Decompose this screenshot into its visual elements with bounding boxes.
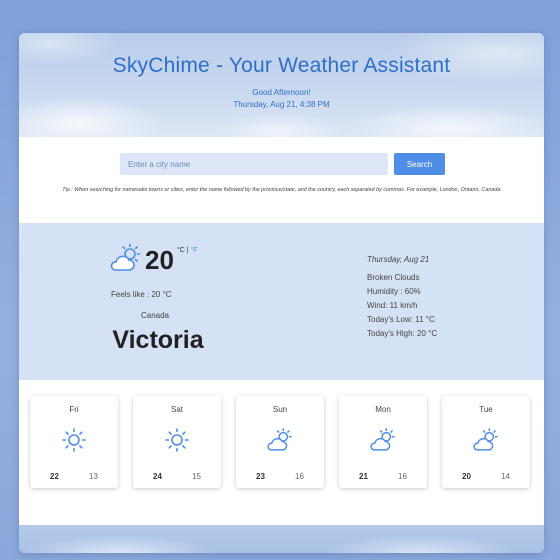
- unit-toggle: °C | °F: [177, 247, 198, 254]
- app-window: SkyChime - Your Weather Assistant Good A…: [19, 33, 544, 553]
- partly-cloudy-sun-icon: [109, 243, 143, 278]
- forecast-day: Sun: [272, 405, 288, 414]
- forecast-card: Sun 23 16: [236, 396, 324, 488]
- sun-icon: [163, 426, 191, 459]
- country-name: Canada: [140, 311, 170, 320]
- unit-celsius[interactable]: °C: [177, 247, 185, 254]
- weather-description: Broken Clouds: [367, 273, 420, 282]
- current-weather-panel: 20 °C | °F Feels like : 20 °C Canada Vic…: [19, 223, 544, 380]
- forecast-high: 23: [256, 472, 265, 481]
- weather-details: Thursday, Aug 21 Broken Clouds Humidity …: [367, 253, 437, 341]
- forecast-card: Tue 20 14: [442, 396, 530, 488]
- header: SkyChime - Your Weather Assistant Good A…: [19, 33, 544, 137]
- unit-fahrenheit[interactable]: °F: [191, 247, 198, 254]
- search-tip: Tip : When searching for namesake towns …: [62, 187, 502, 193]
- forecast-day: Fri: [69, 405, 79, 414]
- forecast-low: 15: [192, 472, 201, 481]
- partly-cloudy-sun-icon: [266, 426, 294, 459]
- today-high: Today's High: 20 °C: [367, 329, 438, 338]
- greeting: Good Afternoon!: [252, 88, 311, 97]
- forecast-high: 20: [462, 472, 471, 481]
- current-date: Thursday, Aug 21: [367, 255, 430, 264]
- forecast-card: Fri 22 13: [30, 396, 118, 488]
- forecast-low: 16: [295, 472, 304, 481]
- current-temperature: 20: [145, 245, 174, 275]
- forecast-list: Fri 22 13 Sat 24 15 Sun 23 16 Mon 21 16 …: [30, 396, 530, 488]
- city-search-input[interactable]: [120, 153, 388, 175]
- forecast-card: Mon 21 16: [339, 396, 427, 488]
- today-low: Today's Low: 11 °C: [367, 315, 435, 324]
- footer-sky-band: [19, 525, 544, 553]
- forecast-day: Tue: [479, 405, 493, 414]
- forecast-low: 14: [501, 472, 510, 481]
- forecast-day: Sat: [170, 405, 183, 414]
- search-bar: Search: [120, 153, 445, 175]
- forecast-high: 21: [359, 472, 368, 481]
- forecast-high: 24: [153, 472, 162, 481]
- feels-like: Feels like : 20 °C: [111, 290, 172, 299]
- app-title: SkyChime - Your Weather Assistant: [112, 54, 451, 77]
- partly-cloudy-sun-icon: [472, 426, 500, 459]
- humidity: Humidity : 60%: [367, 287, 421, 296]
- wind-speed: Wind: 11 km/h: [367, 301, 418, 310]
- search-button[interactable]: Search: [394, 153, 445, 175]
- forecast-card: Sat 24 15: [133, 396, 221, 488]
- current-temperature-row: 20 °C | °F: [109, 243, 198, 278]
- forecast-low: 13: [89, 472, 98, 481]
- forecast-high: 22: [50, 472, 59, 481]
- forecast-low: 16: [398, 472, 407, 481]
- forecast-day: Mon: [375, 405, 391, 414]
- sun-icon: [60, 426, 88, 459]
- city-name: Victoria: [112, 326, 204, 354]
- partly-cloudy-sun-icon: [369, 426, 397, 459]
- current-datetime: Thursday, Aug 21, 4:38 PM: [233, 100, 330, 109]
